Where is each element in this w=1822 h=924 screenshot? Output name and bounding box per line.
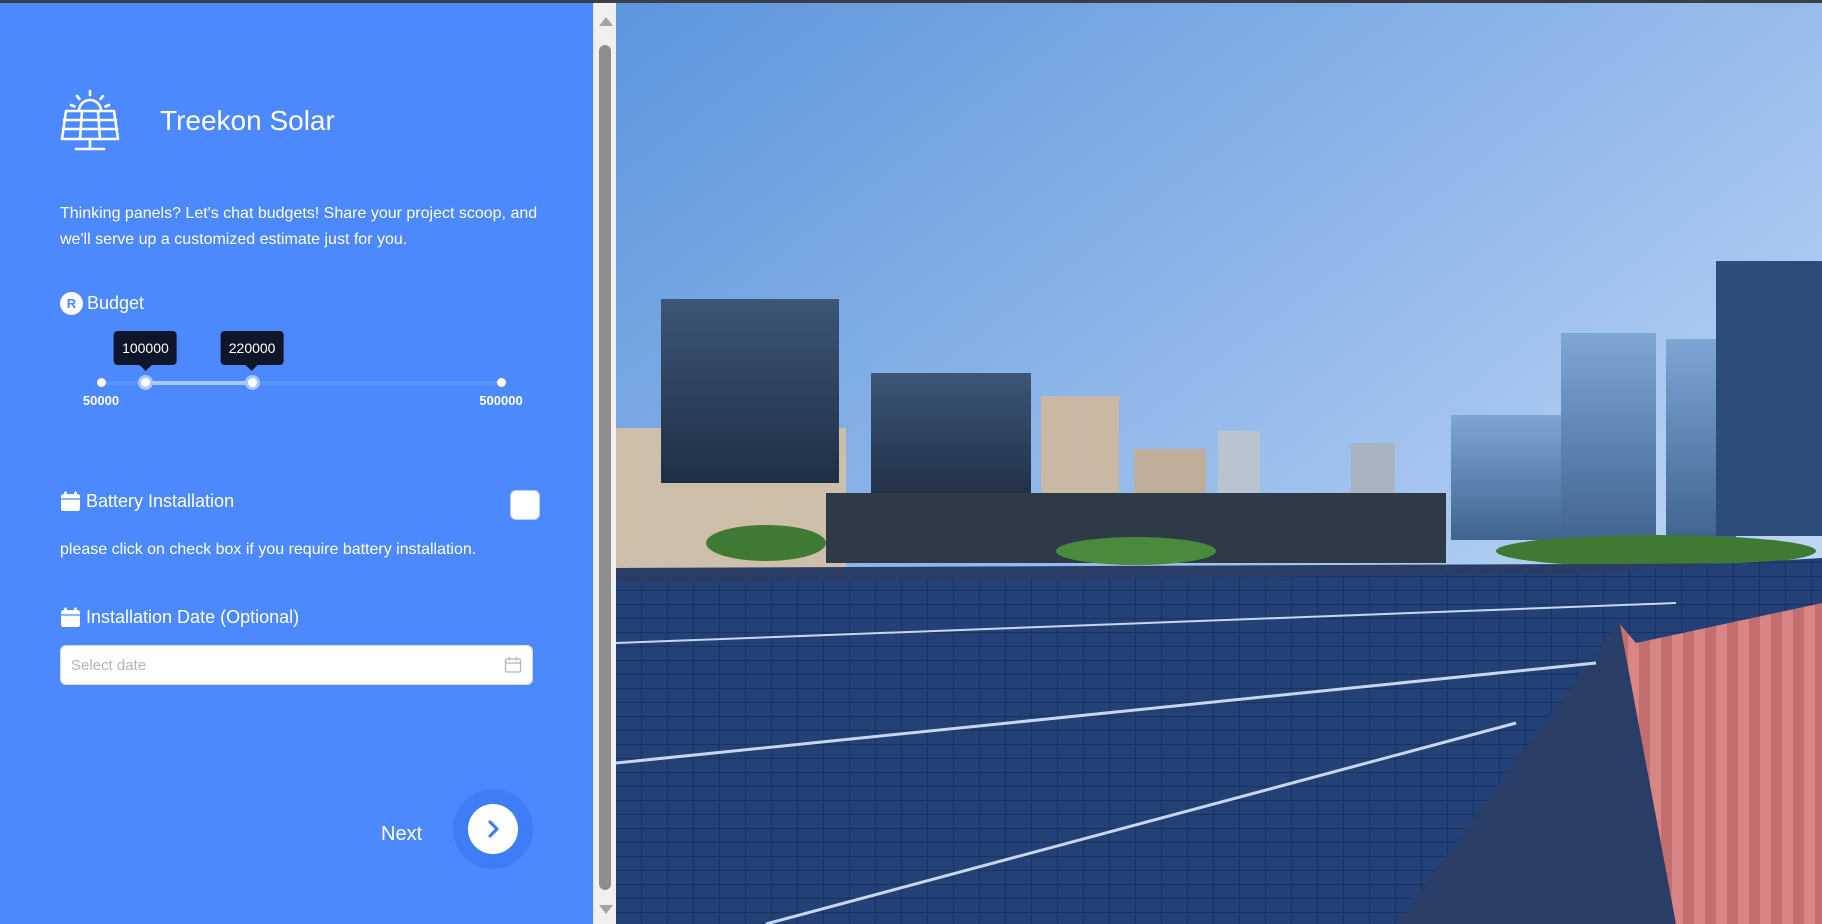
vertical-scrollbar[interactable] [593,3,616,924]
budget-label-row: R Budget [60,292,144,315]
scrollbar-thumb[interactable] [599,45,611,890]
solar-panel-logo-icon [60,89,120,151]
calendar-icon [61,607,80,627]
slider-max-label: 500000 [479,393,523,408]
chevron-right-icon [488,820,499,838]
budget-range-slider[interactable]: 100000 220000 50000 500000 [83,331,523,408]
calendar-picker-icon[interactable] [504,656,522,674]
high-value-tooltip: 220000 [220,331,284,371]
install-date-input[interactable] [71,656,504,674]
slider-selected-range [145,381,253,385]
slider-high-handle[interactable] [245,375,261,390]
low-value-tooltip: 100000 [114,331,177,371]
install-date-label-row: Installation Date (Optional) [60,607,299,628]
rand-currency-icon: R [60,292,83,315]
install-date-field[interactable] [60,645,533,685]
battery-hint-text: please click on check box if you require… [60,541,477,558]
app-window: Treekon Solar Thinking panels? Let's cha… [0,3,1822,924]
city-solar-rooftop-illustration [616,3,1822,924]
next-label[interactable]: Next [381,823,422,846]
hero-solar-city-image [616,3,1822,924]
scroll-up-arrow-icon[interactable] [599,17,613,26]
budget-label: Budget [87,293,145,313]
next-button-inner[interactable] [468,804,518,854]
slider-min-dot [97,378,106,387]
battery-installation-checkbox[interactable] [510,490,540,520]
install-date-label: Installation Date (Optional) [86,607,300,627]
intro-text: Thinking panels? Let's chat budgets! Sha… [60,205,538,248]
slider-max-dot [497,378,506,387]
calendar-icon [61,491,80,511]
next-button[interactable] [453,789,533,869]
slider-min-label: 50000 [82,393,120,408]
battery-label-row: Battery Installation [60,491,234,512]
scroll-down-arrow-icon[interactable] [599,905,613,914]
battery-installation-label: Battery Installation [86,491,235,511]
estimate-form-panel: Treekon Solar Thinking panels? Let's cha… [0,3,593,924]
brand-name: Treekon Solar [160,105,335,136]
slider-low-handle[interactable] [138,375,154,390]
